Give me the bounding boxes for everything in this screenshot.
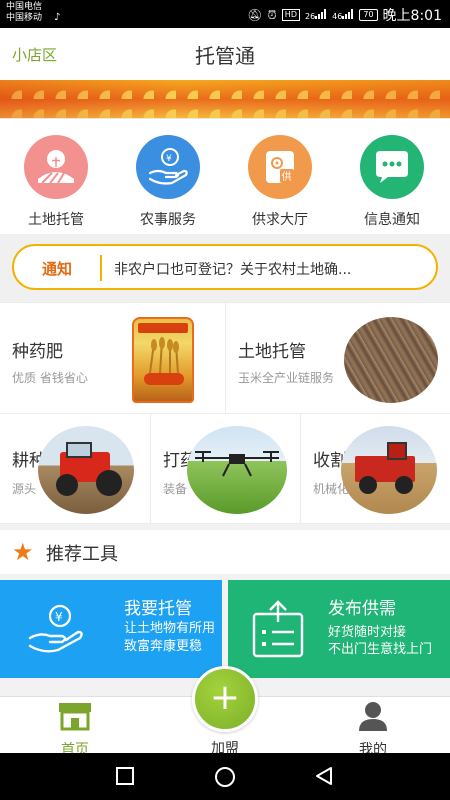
- shop-icon: [59, 703, 91, 731]
- tool-line-2: 不出门生意找上门: [328, 642, 433, 657]
- corn-banner[interactable]: [0, 80, 450, 118]
- hd-badge: HD: [281, 9, 300, 21]
- nav-home[interactable]: 首页: [48, 701, 102, 759]
- star-icon: ★: [12, 538, 34, 566]
- alarm-icon: ⏰︎: [267, 7, 277, 22]
- fertilizer-bag-image: [132, 317, 194, 403]
- mute-icon: 🔕︎: [247, 8, 263, 22]
- app-header: 托管通 小店区: [0, 28, 450, 80]
- supply-demand-icon: 供: [248, 135, 312, 199]
- recent-apps-icon[interactable]: [115, 766, 135, 786]
- system-nav-bar: [0, 753, 450, 800]
- battery-icon: 70: [359, 9, 378, 21]
- product-harvest[interactable]: 收割 机械化服务: [301, 414, 450, 524]
- signal-1: 26: [305, 9, 327, 21]
- app-screen: 中国电信 中国移动 ♪ 🔕︎ ⏰︎ HD 26 46 70 晚上8:01 托管通…: [0, 0, 450, 800]
- user-icon: [359, 702, 387, 731]
- category-land-custody[interactable]: 土地托管: [0, 135, 112, 229]
- notice-tag: 通知: [42, 260, 73, 278]
- product-subtitle: 优质 省钱省心: [12, 371, 88, 385]
- clock: 晚上8:01: [382, 8, 442, 24]
- banner-overlay: [0, 80, 450, 118]
- category-grid: 土地托管 ¥ 农事服务 供 供求大厅 信息通知: [0, 118, 450, 234]
- home-circle-icon[interactable]: [214, 766, 236, 788]
- category-label: 供求大厅: [252, 212, 308, 228]
- product-spraying[interactable]: 打药 装备: [151, 414, 300, 524]
- product-title: 种药肥: [12, 342, 63, 362]
- product-row-2: 耕种 源头 打药 装备 收割 机械化服务: [0, 414, 450, 524]
- upload-list-icon: [252, 600, 304, 658]
- location-link[interactable]: 小店区: [12, 44, 57, 65]
- farmland-icon: [24, 135, 88, 199]
- join-button[interactable]: +: [192, 666, 258, 732]
- tool-line-2: 致富奔康更稳: [124, 639, 203, 654]
- signal-2: 46: [332, 9, 354, 21]
- carrier-1: 中国电信: [6, 2, 43, 12]
- hand-coin-icon: ¥: [28, 604, 83, 653]
- page-title: 托管通: [195, 44, 255, 68]
- hand-coin-icon: ¥: [136, 135, 200, 199]
- product-land-custody[interactable]: 土地托管 玉米全产业链服务: [226, 303, 450, 415]
- plowed-field-photo: [344, 317, 438, 403]
- product-subtitle: 源头: [12, 482, 37, 496]
- carrier-2: 中国移动: [6, 13, 43, 23]
- category-farm-service[interactable]: ¥ 农事服务: [112, 135, 224, 229]
- category-label: 信息通知: [364, 212, 420, 228]
- svg-text:¥: ¥: [166, 154, 172, 164]
- tractor-photo: [38, 426, 134, 514]
- tool-title: 发布供需: [328, 599, 396, 619]
- notice-bar[interactable]: 通知 非农户口也可登记？关于农村土地确...: [12, 244, 438, 290]
- tool-custody-request[interactable]: ¥ 我要托管 让土地物有所用 致富奔康更稳: [0, 580, 222, 678]
- nav-me[interactable]: 我的: [346, 701, 400, 759]
- back-triangle-icon[interactable]: [314, 766, 334, 786]
- product-plowing[interactable]: 耕种 源头: [0, 414, 150, 524]
- tools-title: 推荐工具: [46, 544, 118, 565]
- tool-title: 我要托管: [124, 599, 192, 619]
- tiktok-icon: ♪: [54, 12, 61, 23]
- tool-line-1: 好货随时对接: [328, 625, 407, 640]
- harvester-photo: [341, 426, 437, 514]
- tool-line-1: 让土地物有所用: [124, 621, 216, 636]
- tools-section-header: ★ 推荐工具: [0, 530, 450, 574]
- product-subtitle: 装备: [163, 482, 188, 496]
- category-info-notice[interactable]: 信息通知: [336, 135, 448, 229]
- notice-section: 通知 非农户口也可登记？关于农村土地确...: [0, 234, 450, 302]
- product-row-1: 种药肥 优质 省钱省心 土地托管 玉米全产业链服务: [0, 302, 450, 415]
- svg-text:¥: ¥: [55, 610, 63, 624]
- svg-text:供: 供: [282, 170, 292, 183]
- notice-divider: [100, 255, 102, 281]
- category-label: 土地托管: [28, 212, 84, 228]
- product-subtitle: 玉米全产业链服务: [238, 371, 335, 385]
- nav-join[interactable]: + 加盟: [192, 666, 258, 758]
- notice-text: 非农户口也可登记？关于农村土地确...: [114, 262, 352, 278]
- status-icons: 🔕︎ ⏰︎ HD 26 46 70 晚上8:01: [247, 5, 442, 25]
- category-supply-hall[interactable]: 供 供求大厅: [224, 135, 336, 229]
- category-label: 农事服务: [140, 212, 196, 228]
- product-title: 土地托管: [238, 342, 306, 362]
- chat-bubble-icon: [360, 135, 424, 199]
- tool-publish-supply[interactable]: 发布供需 好货随时对接 不出门生意找上门: [228, 580, 450, 678]
- plus-icon: +: [209, 677, 241, 718]
- status-bar: 中国电信 中国移动 ♪ 🔕︎ ⏰︎ HD 26 46 70 晚上8:01: [0, 0, 450, 28]
- product-fertilizer[interactable]: 种药肥 优质 省钱省心: [0, 303, 225, 415]
- carrier-info: 中国电信 中国移动: [6, 2, 42, 24]
- drone-photo: [187, 426, 287, 514]
